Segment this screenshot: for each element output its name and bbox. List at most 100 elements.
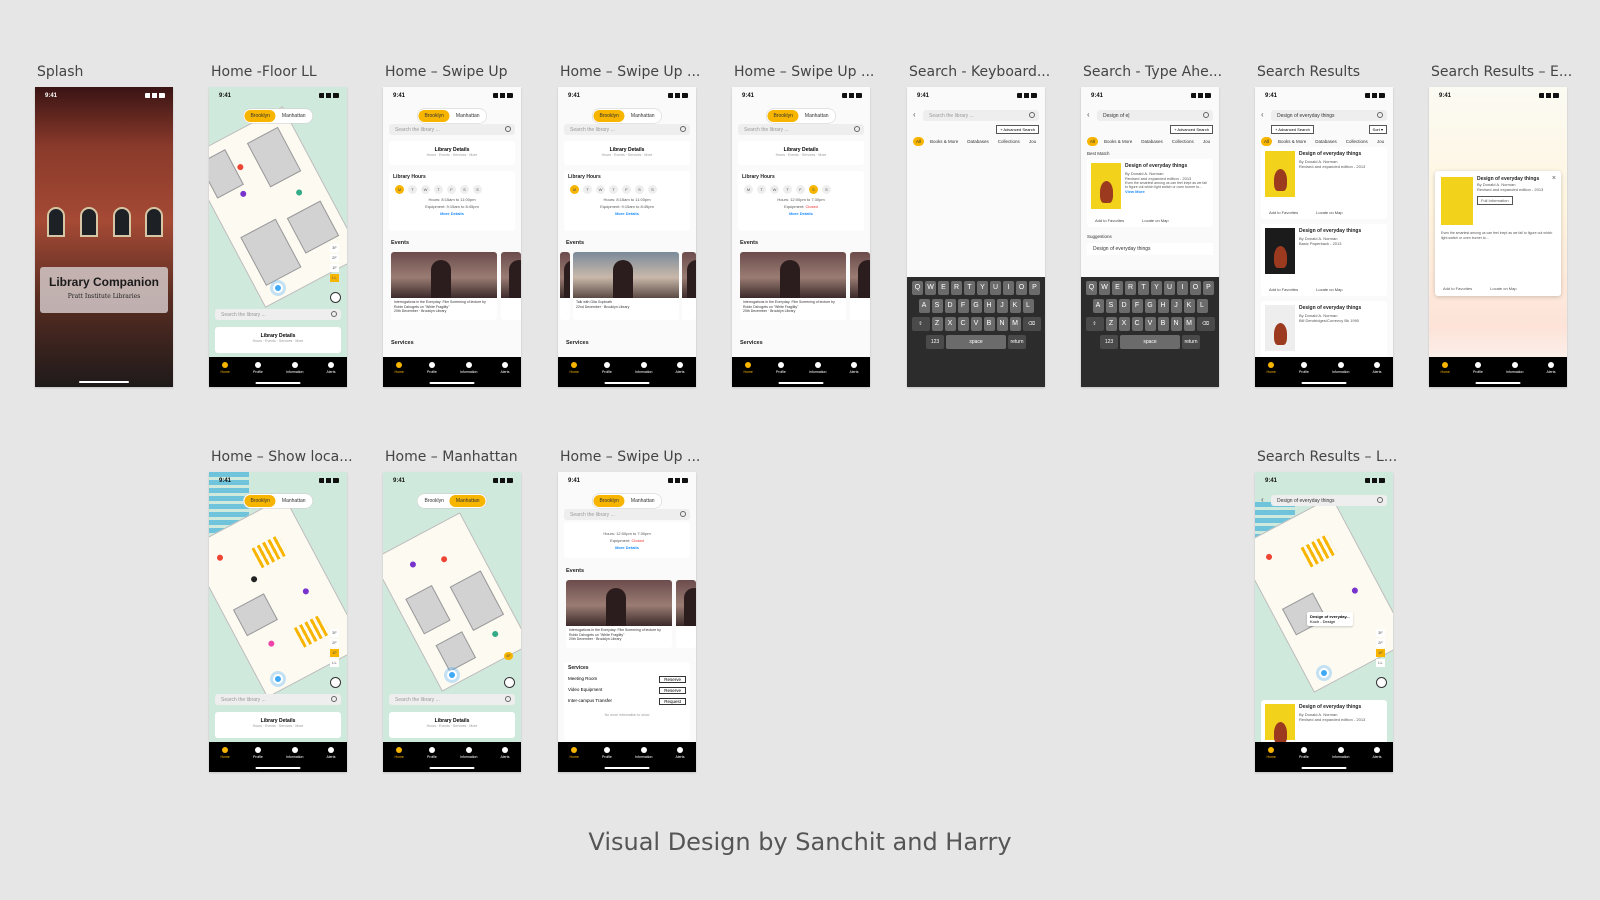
chip-journals[interactable]: Jou <box>1200 137 1213 146</box>
search-input[interactable]: Search the library ... <box>215 309 341 320</box>
chip-databases[interactable]: Databases <box>1138 137 1166 146</box>
search-input[interactable]: Design of everyday things <box>1271 110 1387 121</box>
chip-books[interactable]: Books & More <box>1101 137 1135 146</box>
locate-on-map-button[interactable]: Locate on Map <box>1316 287 1342 292</box>
tab-information[interactable]: Information <box>809 362 826 387</box>
tab-alerts[interactable]: Alerts <box>501 747 509 772</box>
tab-home[interactable]: Home <box>570 362 579 387</box>
campus-toggle[interactable]: Brooklyn Manhattan <box>766 109 836 123</box>
more-details-link[interactable]: More Details <box>389 210 515 217</box>
locate-on-map-button[interactable]: Locate on Map <box>1490 286 1516 291</box>
campus-toggle[interactable]: Brooklyn Manhattan <box>417 494 487 508</box>
tab-profile[interactable]: Profile <box>776 362 786 387</box>
advanced-search-button[interactable]: + Advanced Search <box>1170 125 1213 134</box>
chip-collections[interactable]: Collections <box>995 137 1023 146</box>
floor-selector[interactable]: 4F <box>504 652 513 660</box>
chip-databases[interactable]: Databases <box>1312 137 1340 146</box>
campus-toggle[interactable]: Brooklyn Manhattan <box>243 109 313 123</box>
full-information-button[interactable]: Full Information <box>1477 196 1513 205</box>
floor-3f[interactable]: 3F <box>330 244 339 252</box>
event-card[interactable] <box>560 252 570 320</box>
library-details-card[interactable]: Library Details Hours · Events · Service… <box>389 141 515 165</box>
back-icon[interactable]: ‹ <box>1261 110 1264 119</box>
tab-home[interactable]: Home <box>1267 362 1276 387</box>
tab-home[interactable]: Home <box>1441 362 1450 387</box>
add-to-favorites-button[interactable]: Add to Favorites <box>1269 210 1298 215</box>
tab-home[interactable]: Home <box>221 362 230 387</box>
tab-information[interactable]: Information <box>286 362 303 387</box>
campus-brooklyn[interactable]: Brooklyn <box>244 110 276 122</box>
result-item[interactable]: Design of everyday things By Donald A. No… <box>1261 700 1387 745</box>
tab-profile[interactable]: Profile <box>1299 362 1309 387</box>
tab-profile[interactable]: Profile <box>427 362 437 387</box>
tab-home[interactable]: Home <box>395 362 404 387</box>
campus-brooklyn[interactable]: Brooklyn <box>593 110 625 122</box>
campus-manhattan[interactable]: Manhattan <box>625 110 661 122</box>
event-card[interactable] <box>676 580 696 648</box>
search-input[interactable]: Design of everyday things <box>1271 495 1387 506</box>
result-item[interactable]: Design of everyday things By Donald A. No… <box>1261 147 1387 219</box>
floor-selector[interactable]: 3F 2F 1F LL <box>330 629 339 667</box>
floor-selector[interactable]: 3F 2F 1F LL <box>330 244 339 282</box>
tab-alerts[interactable]: Alerts <box>676 747 684 772</box>
back-icon[interactable]: ‹ <box>913 110 916 119</box>
tab-profile[interactable]: Profile <box>253 362 263 387</box>
library-details-card[interactable]: Library Details Hours · Events · Service… <box>564 141 690 165</box>
chip-collections[interactable]: Collections <box>1343 137 1371 146</box>
add-to-favorites-button[interactable]: Add to Favorites <box>1269 287 1298 292</box>
tab-alerts[interactable]: Alerts <box>327 747 335 772</box>
view-more-link[interactable]: View More <box>1125 189 1209 194</box>
tab-information[interactable]: Information <box>1332 362 1349 387</box>
search-input[interactable]: Search the library ... <box>389 694 515 705</box>
result-item[interactable]: Design of everyday things By Donald A. No… <box>1261 224 1387 296</box>
sort-dropdown[interactable]: Sort ▾ <box>1368 125 1387 134</box>
tab-home[interactable]: Home <box>1267 747 1276 772</box>
more-details-link[interactable]: More Details <box>564 210 690 217</box>
event-card[interactable]: Talk with Gita Gopinath 22nd December · B… <box>573 252 679 320</box>
search-input[interactable]: Search the library ... <box>564 124 690 135</box>
chip-collections[interactable]: Collections <box>1169 137 1197 146</box>
search-input[interactable]: Design of e| <box>1097 110 1213 121</box>
keyboard[interactable]: QWERTYUIOP ASDFGHJKL ⇧ Z X C V B N M ⌫ 123 space r… <box>907 277 1045 387</box>
tab-profile[interactable]: Profile <box>602 747 612 772</box>
tab-information[interactable]: Information <box>635 362 652 387</box>
campus-manhattan[interactable]: Manhattan <box>799 110 835 122</box>
tab-home[interactable]: Home <box>570 747 579 772</box>
floor-1f[interactable]: 1F <box>330 264 339 272</box>
event-card[interactable] <box>850 252 870 320</box>
library-details-sheet[interactable]: Library Details Hours · Events · Service… <box>389 712 515 738</box>
more-details-link[interactable]: More Details <box>564 544 690 551</box>
tab-alerts[interactable]: Alerts <box>676 362 684 387</box>
locate-me-icon[interactable] <box>504 677 515 688</box>
tab-home[interactable]: Home <box>395 747 404 772</box>
chip-databases[interactable]: Databases <box>964 137 992 146</box>
locate-on-map-button[interactable]: Locate on Map <box>1142 218 1168 223</box>
library-details-sheet[interactable]: Library Details Hours · Events · Service… <box>215 327 341 353</box>
add-to-favorites-button[interactable]: Add to Favorites <box>1095 218 1124 223</box>
chip-all[interactable]: All <box>1261 137 1273 146</box>
event-card[interactable]: Interrogations in the Everyday: Film Scr… <box>740 252 846 320</box>
tab-alerts[interactable]: Alerts <box>501 362 509 387</box>
keyboard[interactable]: QWERTYUIOP ASDFGHJKL ⇧ Z X C V B N M ⌫ 123 space r… <box>1081 277 1219 387</box>
tab-alerts[interactable]: Alerts <box>850 362 858 387</box>
event-card[interactable] <box>682 252 696 320</box>
suggestion-item[interactable]: Design of everyday things <box>1087 243 1213 255</box>
chip-all[interactable]: All <box>913 137 925 146</box>
tab-alerts[interactable]: Alerts <box>327 362 335 387</box>
locate-me-icon[interactable] <box>1376 677 1387 688</box>
campus-manhattan[interactable]: Manhattan <box>450 110 486 122</box>
event-card[interactable] <box>501 252 521 320</box>
tab-profile[interactable]: Profile <box>253 747 263 772</box>
search-input[interactable]: Search the library ... <box>923 110 1039 121</box>
tab-home[interactable]: Home <box>744 362 753 387</box>
campus-manhattan[interactable]: Manhattan <box>276 110 312 122</box>
advanced-search-button[interactable]: + Advanced Search <box>996 125 1039 134</box>
tab-alerts[interactable]: Alerts <box>1373 362 1381 387</box>
day-selector[interactable]: MTWTFSS <box>738 183 864 196</box>
reserve-button[interactable]: Reserve <box>659 687 686 694</box>
tab-information[interactable]: Information <box>460 747 477 772</box>
floor-ll[interactable]: LL <box>330 274 339 282</box>
tab-information[interactable]: Information <box>1332 747 1349 772</box>
close-icon[interactable]: × <box>1552 175 1556 182</box>
campus-toggle[interactable]: Brooklyn Manhattan <box>592 109 662 123</box>
